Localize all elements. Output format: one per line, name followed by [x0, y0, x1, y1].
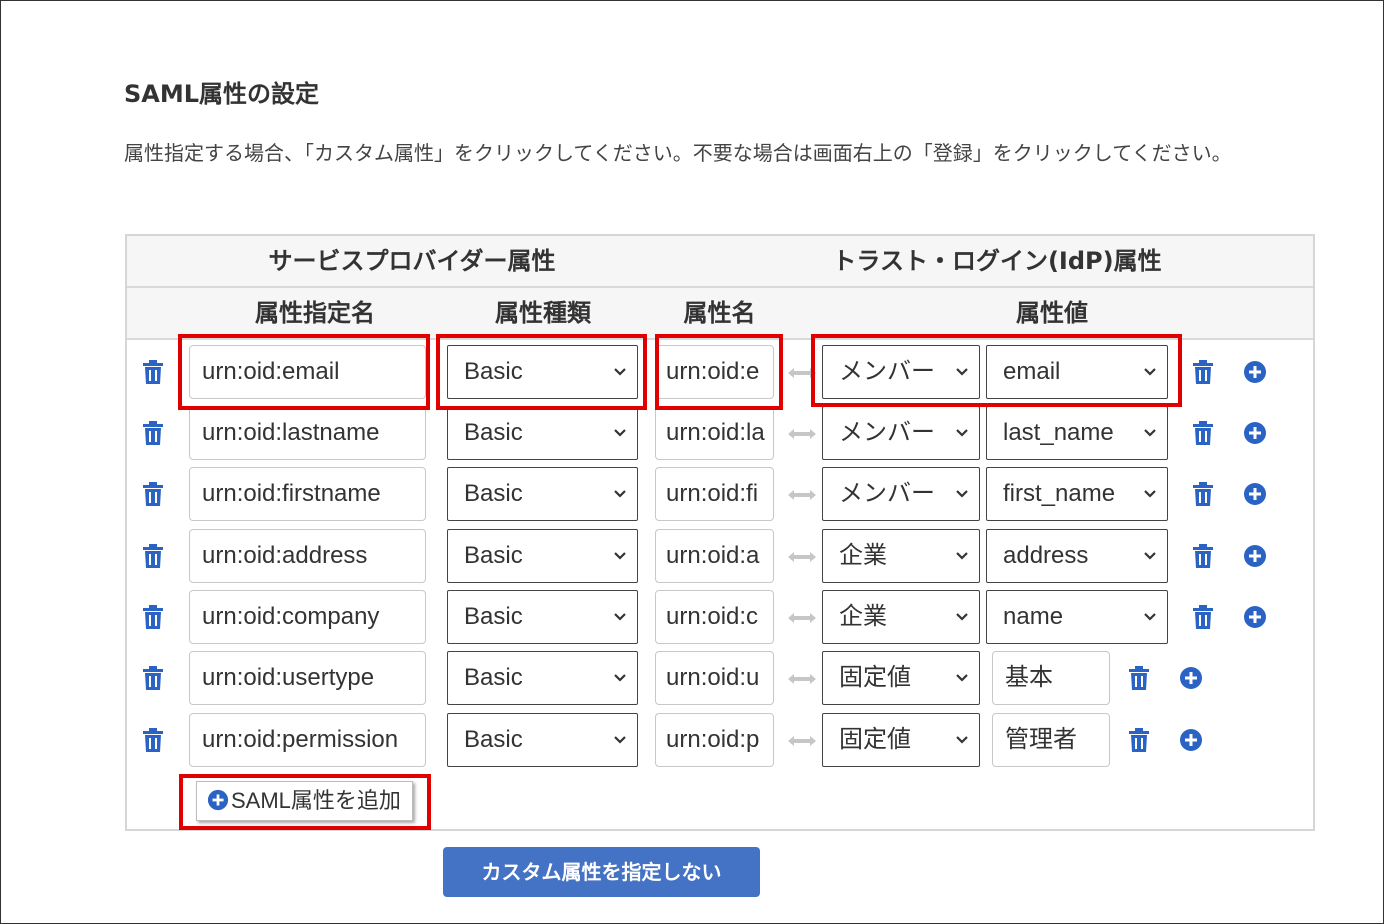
value-add-icon[interactable]	[1243, 421, 1267, 445]
value-add-icon[interactable]	[1243, 544, 1267, 568]
attr-source-value: 固定値	[839, 664, 911, 691]
row-delete-icon[interactable]	[142, 665, 164, 691]
attr-spec-name-input[interactable]: urn:oid:company	[189, 590, 426, 644]
value-delete-icon[interactable]	[1192, 481, 1214, 507]
attr-source-value: メンバー	[839, 480, 935, 507]
add-saml-attribute-label: SAML属性を追加	[231, 788, 401, 813]
attr-source-value: 固定値	[839, 726, 911, 753]
double-arrow-icon	[787, 610, 817, 624]
attr-source-select[interactable]: 固定値	[822, 651, 980, 705]
attr-source-value: メンバー	[839, 358, 935, 385]
attr-spec-name-input[interactable]: urn:oid:permission	[189, 713, 426, 767]
attr-type-value: Basic	[464, 726, 523, 753]
value-delete-icon[interactable]	[1192, 420, 1214, 446]
column-header-attr-spec-name: 属性指定名	[255, 299, 375, 327]
attr-name-input[interactable]: urn:oid:fi	[655, 467, 774, 521]
attr-type-select[interactable]: Basic	[447, 590, 638, 644]
section-description: 属性指定する場合、「カスタム属性」をクリックしてください。不要な場合は画面右上の…	[124, 141, 1232, 165]
attr-spec-name-input[interactable]: urn:oid:lastname	[189, 406, 426, 460]
value-delete-icon[interactable]	[1192, 359, 1214, 385]
attr-value: email	[1003, 358, 1061, 385]
attr-spec-name-input[interactable]: urn:oid:address	[189, 529, 426, 583]
column-header-attr-name: 属性名	[683, 299, 756, 327]
attr-value-select[interactable]: last_name	[986, 406, 1168, 460]
attr-value-select[interactable]: first_name	[986, 467, 1168, 521]
attr-source-select[interactable]: メンバー	[822, 467, 980, 521]
attr-value-input[interactable]: 管理者	[992, 713, 1110, 767]
attr-spec-name-input[interactable]: urn:oid:email	[189, 345, 426, 399]
value-delete-icon[interactable]	[1192, 543, 1214, 569]
group-header-sp: サービスプロバイダー属性	[268, 247, 556, 275]
row-delete-icon[interactable]	[142, 481, 164, 507]
attr-source-value: 企業	[839, 603, 887, 630]
attr-name-input[interactable]: urn:oid:u	[655, 651, 774, 705]
attr-name-input[interactable]: urn:oid:p	[655, 713, 774, 767]
attr-source-value: メンバー	[839, 419, 935, 446]
attr-source-select[interactable]: メンバー	[822, 406, 980, 460]
double-arrow-icon	[787, 733, 817, 747]
attr-type-select[interactable]: Basic	[447, 345, 638, 399]
column-header-attr-value: 属性値	[1016, 299, 1088, 327]
group-header-row: サービスプロバイダー属性 トラスト・ログイン(IdP)属性	[127, 236, 1313, 288]
row-delete-icon[interactable]	[142, 604, 164, 630]
double-arrow-icon	[787, 426, 817, 440]
attr-value: first_name	[1003, 480, 1116, 507]
attr-type-value: Basic	[464, 542, 523, 569]
attr-value: last_name	[1003, 419, 1114, 446]
attr-value-select[interactable]: address	[986, 529, 1168, 583]
attr-source-select[interactable]: 企業	[822, 590, 980, 644]
value-delete-icon[interactable]	[1192, 604, 1214, 630]
attr-value: address	[1003, 542, 1089, 569]
attr-name-input[interactable]: urn:oid:la	[655, 406, 774, 460]
attr-type-value: Basic	[464, 419, 523, 446]
column-header-row: 属性指定名 属性種類 属性名 属性値	[127, 288, 1313, 340]
attr-type-select[interactable]: Basic	[447, 713, 638, 767]
value-add-icon[interactable]	[1179, 728, 1203, 752]
attr-value-input[interactable]: 基本	[992, 651, 1110, 705]
attr-source-select[interactable]: 固定値	[822, 713, 980, 767]
row-delete-icon[interactable]	[142, 420, 164, 446]
row-delete-icon[interactable]	[142, 359, 164, 385]
double-arrow-icon	[787, 365, 817, 379]
plus-circle-icon	[207, 789, 229, 811]
add-saml-attribute-button[interactable]: SAML属性を追加	[196, 781, 413, 821]
attr-name-input[interactable]: urn:oid:a	[655, 529, 774, 583]
attr-value-select[interactable]: name	[986, 590, 1168, 644]
column-header-attr-type: 属性種類	[495, 299, 591, 327]
attr-type-select[interactable]: Basic	[447, 467, 638, 521]
attr-spec-name-input[interactable]: urn:oid:firstname	[189, 467, 426, 521]
no-custom-attribute-button[interactable]: カスタム属性を指定しない	[443, 847, 760, 897]
value-delete-icon[interactable]	[1128, 727, 1150, 753]
value-delete-icon[interactable]	[1128, 665, 1150, 691]
attr-value-select[interactable]: email	[986, 345, 1168, 399]
value-add-icon[interactable]	[1179, 666, 1203, 690]
attr-type-value: Basic	[464, 603, 523, 630]
value-add-icon[interactable]	[1243, 605, 1267, 629]
value-add-icon[interactable]	[1243, 360, 1267, 384]
attr-name-input[interactable]: urn:oid:e	[655, 345, 774, 399]
double-arrow-icon	[787, 549, 817, 563]
row-delete-icon[interactable]	[142, 727, 164, 753]
attr-type-select[interactable]: Basic	[447, 651, 638, 705]
attr-source-value: 企業	[839, 542, 887, 569]
attr-type-select[interactable]: Basic	[447, 406, 638, 460]
group-header-idp: トラスト・ログイン(IdP)属性	[832, 247, 1162, 275]
section-title: SAML属性の設定	[124, 80, 320, 108]
attr-source-select[interactable]: メンバー	[822, 345, 980, 399]
double-arrow-icon	[787, 671, 817, 685]
attr-source-select[interactable]: 企業	[822, 529, 980, 583]
row-delete-icon[interactable]	[142, 543, 164, 569]
attr-name-input[interactable]: urn:oid:c	[655, 590, 774, 644]
attr-type-value: Basic	[464, 664, 523, 691]
double-arrow-icon	[787, 487, 817, 501]
attr-type-value: Basic	[464, 358, 523, 385]
value-add-icon[interactable]	[1243, 482, 1267, 506]
attr-type-value: Basic	[464, 480, 523, 507]
attr-spec-name-input[interactable]: urn:oid:usertype	[189, 651, 426, 705]
attr-value: name	[1003, 603, 1064, 630]
attr-type-select[interactable]: Basic	[447, 529, 638, 583]
